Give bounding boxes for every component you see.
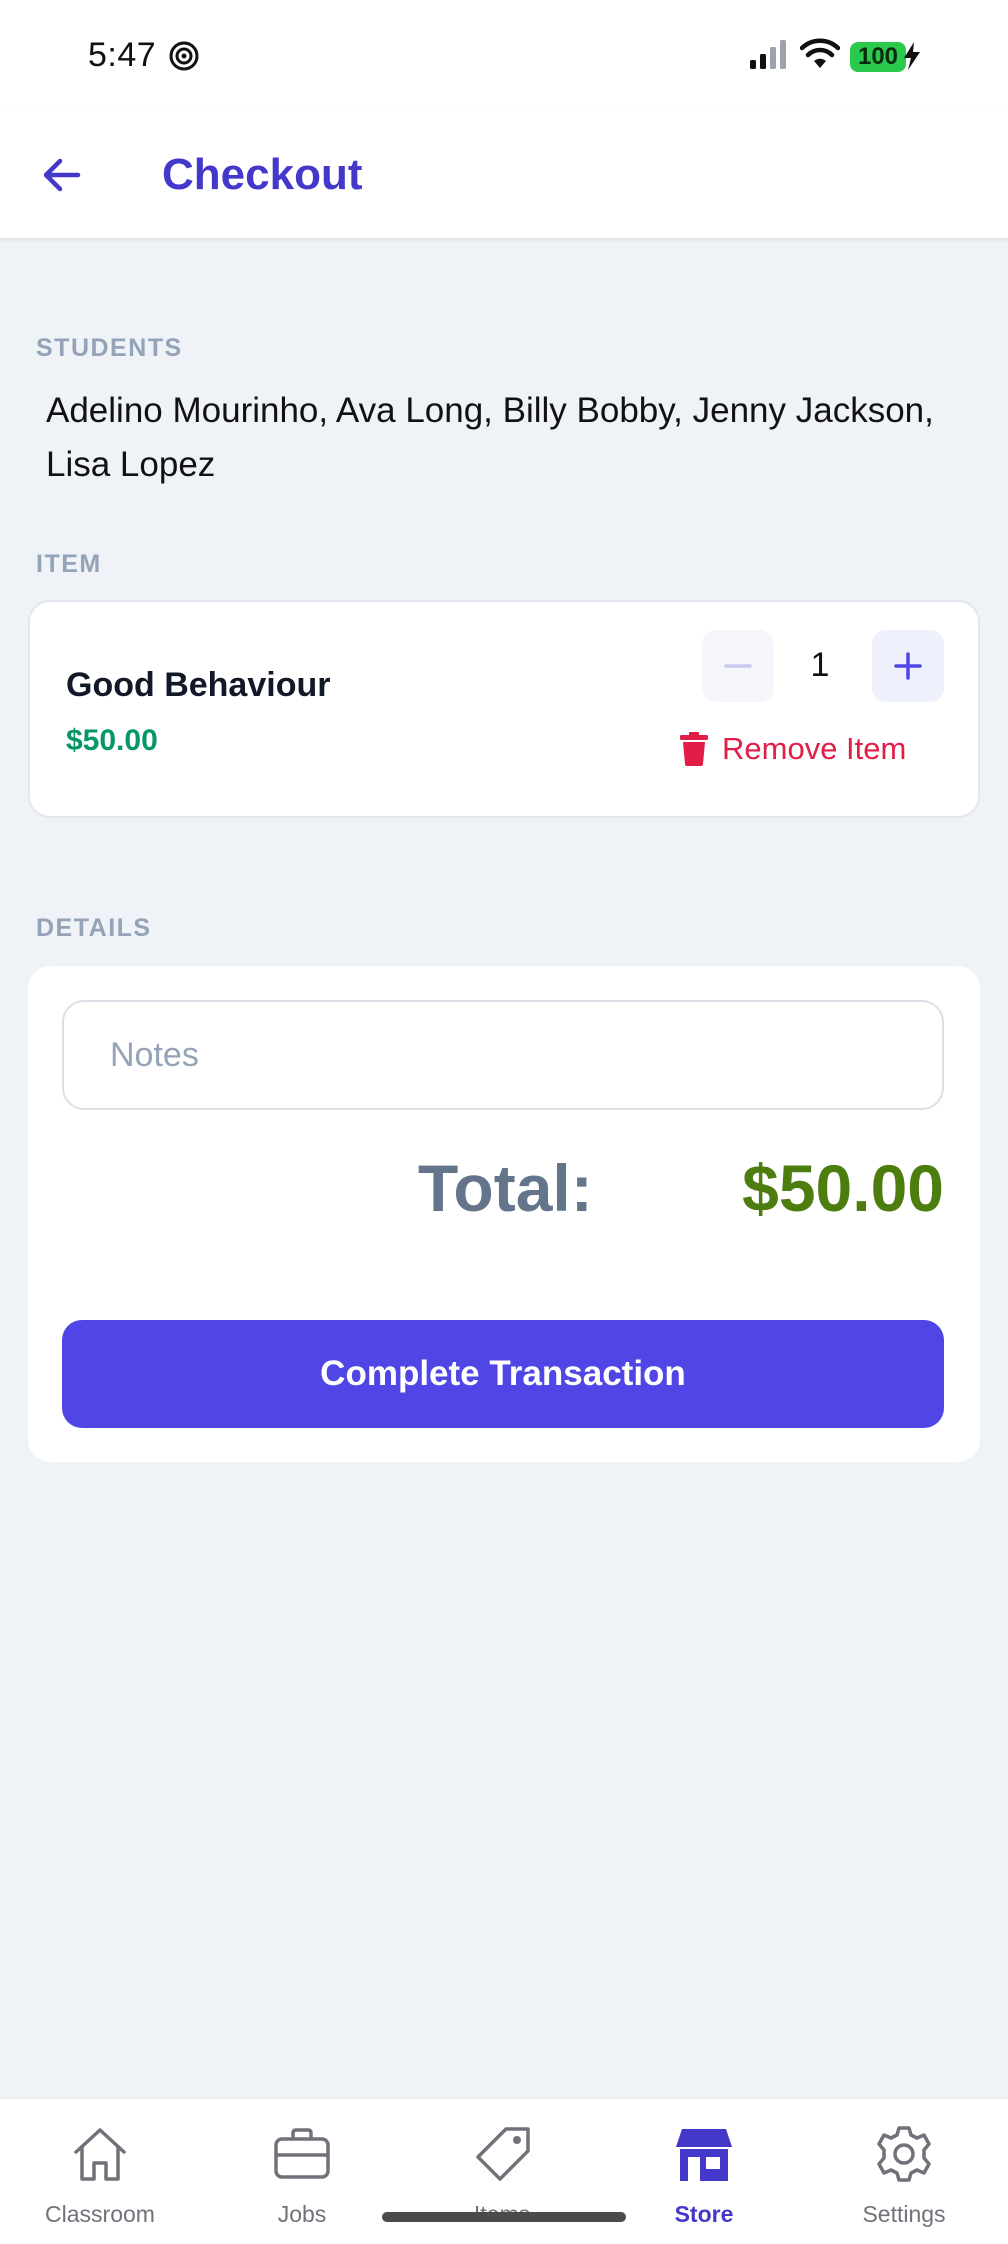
decrease-quantity-button[interactable] <box>702 630 774 702</box>
item-name: Good Behaviour <box>66 666 331 704</box>
nav-label-jobs: Jobs <box>277 2201 327 2227</box>
page-title: Checkout <box>162 150 363 199</box>
remove-item-label: Remove Item <box>722 731 907 766</box>
battery-icon: 100 <box>850 42 906 72</box>
item-price: $50.00 <box>66 724 158 757</box>
nav-item-classroom[interactable]: Classroom <box>0 2099 200 2244</box>
increase-quantity-button[interactable] <box>872 630 944 702</box>
nav-item-jobs[interactable]: Jobs <box>202 2099 402 2244</box>
trash-icon <box>680 732 708 766</box>
status-time: 5:47 <box>88 36 157 74</box>
briefcase-icon <box>274 2128 330 2179</box>
nav-label-classroom: Classroom <box>45 2201 155 2227</box>
nav-item-settings[interactable]: Settings <box>804 2099 1004 2244</box>
home-icon <box>74 2128 126 2181</box>
nav-label-store: Store <box>674 2201 734 2227</box>
checkout-screen: 5:47 100 Checkout STUDENTS Adelino Mouri… <box>0 0 1008 2244</box>
focus-icon <box>169 41 199 71</box>
plus-icon <box>894 652 922 680</box>
arrow-left-icon[interactable] <box>38 152 88 198</box>
nav-item-items[interactable]: Items <box>402 2099 602 2244</box>
details-label: DETAILS <box>36 914 152 942</box>
complete-transaction-button[interactable]: Complete Transaction <box>62 1320 944 1428</box>
item-card: Good Behaviour $50.00 1 Remove Item <box>28 600 980 818</box>
tag-icon <box>476 2127 530 2181</box>
bottom-nav: Classroom Jobs Items Store <box>0 2098 1008 2244</box>
nav-item-store[interactable]: Store <box>604 2099 804 2244</box>
store-icon <box>676 2129 732 2181</box>
nav-label-settings: Settings <box>862 2201 946 2227</box>
wifi-icon <box>800 38 840 68</box>
item-section-label: ITEM <box>36 550 102 578</box>
notes-input[interactable] <box>62 1000 944 1110</box>
total-value: $50.00 <box>742 1151 944 1225</box>
students-list: Adelino Mourinho, Ava Long, Billy Bobby,… <box>46 391 934 484</box>
quantity-value: 1 <box>810 646 830 684</box>
remove-item-button[interactable]: Remove Item <box>680 728 906 770</box>
signal-icon <box>750 40 786 69</box>
gear-icon <box>877 2126 931 2182</box>
total-label: Total: <box>418 1151 593 1225</box>
app-bar: Checkout <box>0 110 1008 238</box>
students-label: STUDENTS <box>36 334 183 362</box>
minus-icon <box>724 664 752 668</box>
status-bar: 5:47 100 <box>0 0 1008 110</box>
details-card: Total: $50.00 Complete Transaction <box>28 966 980 1462</box>
home-indicator <box>382 2212 626 2222</box>
charging-bolt-icon <box>904 42 920 70</box>
